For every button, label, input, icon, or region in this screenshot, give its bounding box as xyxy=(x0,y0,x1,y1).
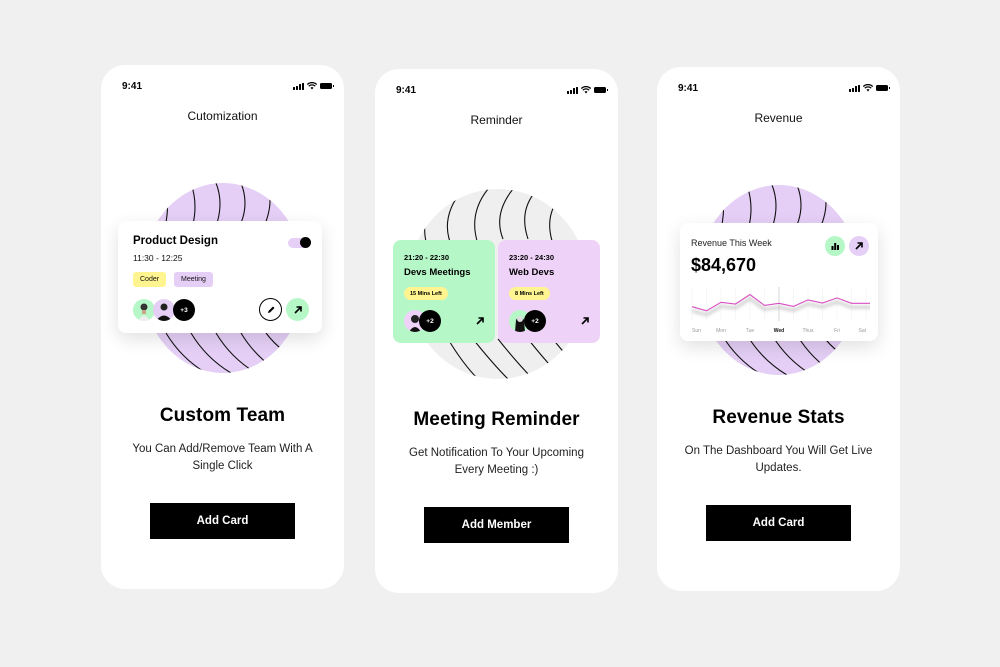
status-time: 9:41 xyxy=(678,83,699,94)
x-tick-label: Mon xyxy=(716,328,726,334)
edit-pencil-icon xyxy=(267,306,274,313)
reminder-title: Devs Meetings xyxy=(404,267,471,278)
battery-icon xyxy=(594,87,608,93)
screen-heading: Meeting Reminder xyxy=(413,409,580,430)
screen-description: You Can Add/Remove Team With A Single Cl… xyxy=(132,443,313,472)
avatar xyxy=(133,299,155,321)
open-button[interactable] xyxy=(849,236,869,256)
open-button[interactable] xyxy=(286,298,309,321)
chart-line-shadow xyxy=(691,296,870,317)
wifi-icon xyxy=(307,82,317,90)
more-members-badge: +2 xyxy=(419,310,441,332)
add-member-button[interactable]: Add Member xyxy=(424,507,569,543)
card-title: Product Design xyxy=(133,235,218,247)
signal-icon xyxy=(293,82,304,90)
status-bar: 9:41 xyxy=(101,81,344,95)
status-time: 9:41 xyxy=(122,81,143,92)
x-tick-label: Thus xyxy=(802,328,814,334)
wifi-icon xyxy=(581,86,591,94)
nav-title: Revenue xyxy=(754,111,803,125)
avatar xyxy=(153,299,175,321)
x-tick-label: Sun xyxy=(692,328,701,334)
product-design-card[interactable]: Product Design 11:30 - 12:25 Coder Meeti… xyxy=(118,221,322,333)
reminder-time: 23:20 - 24:30 xyxy=(509,253,555,262)
bar-chart-icon xyxy=(831,243,839,250)
time-left-badge: 15 Mins Left xyxy=(404,287,448,300)
add-card-button[interactable]: Add Card xyxy=(150,503,295,539)
time-left-badge: 8 Mins Left xyxy=(509,287,550,300)
tag-coder: Coder xyxy=(133,272,167,287)
nav-title: Reminder xyxy=(470,113,523,127)
card-time: 11:30 - 12:25 xyxy=(133,253,183,263)
nav-title: Cutomization xyxy=(187,109,258,123)
battery-icon xyxy=(876,85,890,91)
add-card-button[interactable]: Add Card xyxy=(706,505,851,541)
revenue-label: Revenue This Week xyxy=(691,238,772,248)
screen-heading: Custom Team xyxy=(159,405,286,426)
x-tick-label: Wed xyxy=(774,328,784,334)
phone-screen-revenue: 9:41 Revenue Revenue This Week $84,670 S… xyxy=(657,67,900,591)
signal-icon xyxy=(567,86,578,94)
status-bar: 9:41 xyxy=(375,85,618,99)
screen-description: Get Notification To Your Upcoming Every … xyxy=(409,447,584,476)
reminder-title: Web Devs xyxy=(509,267,555,278)
arrow-up-right-icon[interactable] xyxy=(475,316,485,326)
revenue-card[interactable]: Revenue This Week $84,670 Sun Mon Tue Wed Th… xyxy=(680,223,878,341)
status-time: 9:41 xyxy=(396,85,417,96)
reminder-time: 21:20 - 22:30 xyxy=(404,253,450,262)
screen-heading: Revenue Stats xyxy=(712,407,845,428)
reminder-card-web-devs[interactable]: 23:20 - 24:30 Web Devs 8 Mins Left +2 xyxy=(498,240,600,343)
signal-icon xyxy=(849,84,860,92)
edit-button[interactable] xyxy=(259,298,282,321)
phone-screen-customization: 9:41 Cutomization Product Design 11:30 -… xyxy=(101,65,344,589)
status-bar: 9:41 xyxy=(657,83,900,97)
x-tick-label: Tue xyxy=(746,328,755,334)
tag-meeting: Meeting xyxy=(174,272,213,287)
more-members-badge: +2 xyxy=(524,310,546,332)
x-tick-label: Sat xyxy=(858,328,866,334)
revenue-value: $84,670 xyxy=(691,255,757,275)
arrow-up-right-icon xyxy=(293,305,302,314)
arrow-up-right-icon xyxy=(855,242,863,250)
chart-button[interactable] xyxy=(825,236,845,256)
revenue-line-chart: Sun Mon Tue Wed Thus Fri Sat xyxy=(688,285,870,335)
x-tick-label: Fri xyxy=(834,328,840,334)
chart-svg: Sun Mon Tue Wed Thus Fri Sat xyxy=(691,287,870,334)
battery-icon xyxy=(320,83,334,89)
reminder-card-devs-meetings[interactable]: 21:20 - 22:30 Devs Meetings 15 Mins Left… xyxy=(393,240,495,343)
card-toggle[interactable] xyxy=(288,237,311,248)
more-members-badge: +3 xyxy=(173,299,195,321)
arrow-up-right-icon[interactable] xyxy=(580,316,590,326)
phone-screen-reminder: 9:41 Reminder 21:20 - 22:30 Devs Meeting… xyxy=(375,69,618,593)
screen-description: On The Dashboard You Will Get Live Updat… xyxy=(684,445,873,474)
wifi-icon xyxy=(863,84,873,92)
